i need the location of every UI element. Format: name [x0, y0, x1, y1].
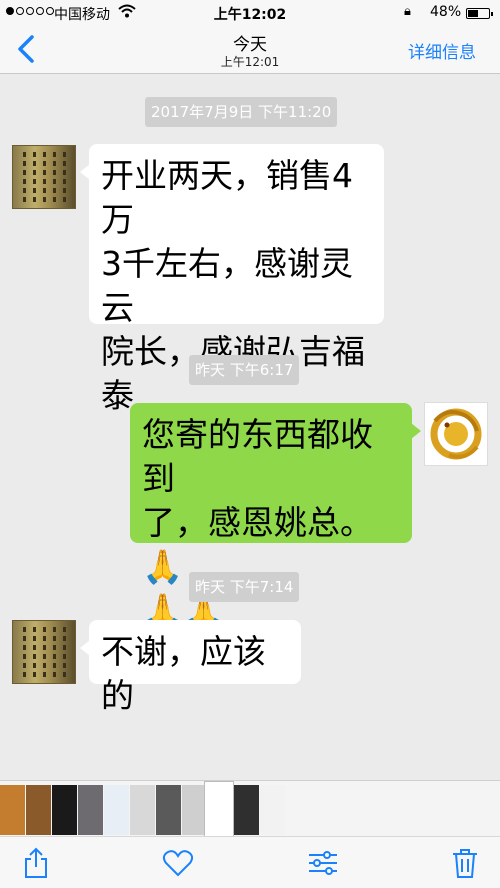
photo-thumbnail[interactable] [0, 785, 25, 835]
photo-thumbnail[interactable] [156, 785, 181, 835]
timestamp-pill: 昨天 下午6:17 [189, 355, 300, 385]
user-avatar[interactable] [424, 402, 488, 466]
message-line: 您寄的东西都收到 [142, 415, 373, 498]
sliders-icon[interactable] [307, 847, 339, 879]
details-button[interactable]: 详细信息 [408, 38, 476, 63]
photo-thumbnail[interactable] [130, 785, 155, 835]
incoming-message-bubble[interactable]: 开业两天，销售4万 3千左右，感谢灵云 院长，感谢弘吉福 泰 [80, 144, 384, 415]
bottom-toolbar [0, 836, 500, 888]
photo-thumbnail[interactable] [260, 785, 285, 835]
timestamp-pill: 2017年7月9日 下午11:20 [145, 97, 338, 127]
photo-thumbnail[interactable] [104, 785, 129, 835]
heart-icon[interactable] [162, 847, 194, 879]
incoming-message-bubble[interactable]: 不谢，应该的 [80, 620, 301, 715]
photo-thumbnail[interactable] [52, 785, 77, 835]
timestamp-pill: 昨天 下午7:14 [189, 572, 300, 602]
message-line: 开业两天，销售4万 [101, 156, 353, 239]
photo-thumbnail-strip[interactable] [0, 780, 500, 837]
message-line: 不谢，应该的 [101, 632, 266, 715]
rotation-lock-icon: 🔒︎ [404, 4, 411, 19]
photo-thumbnail[interactable] [78, 785, 103, 835]
contact-avatar[interactable] [12, 620, 76, 684]
trash-icon[interactable] [449, 847, 481, 879]
selected-photo-thumbnail[interactable] [204, 781, 234, 837]
photo-thumbnail[interactable] [234, 785, 259, 835]
status-time: 上午12:02 [213, 7, 287, 23]
dragon-icon [430, 408, 482, 460]
battery-icon [466, 8, 493, 19]
message-line: 3千左右，感谢灵云 [101, 244, 353, 327]
battery-percentage: 48% [430, 4, 462, 20]
outgoing-message-bubble[interactable]: 您寄的东西都收到 了，感恩姚总。🙏 🙏🙏 [130, 403, 421, 630]
photo-thumbnail[interactable] [26, 785, 51, 835]
navigation-bar: 今天 上午12:01 详细信息 [0, 26, 500, 74]
contact-avatar[interactable] [12, 145, 76, 209]
share-icon[interactable] [20, 847, 52, 879]
status-bar: 中国移动 上午12:02 🔒︎ 48% [0, 0, 500, 26]
